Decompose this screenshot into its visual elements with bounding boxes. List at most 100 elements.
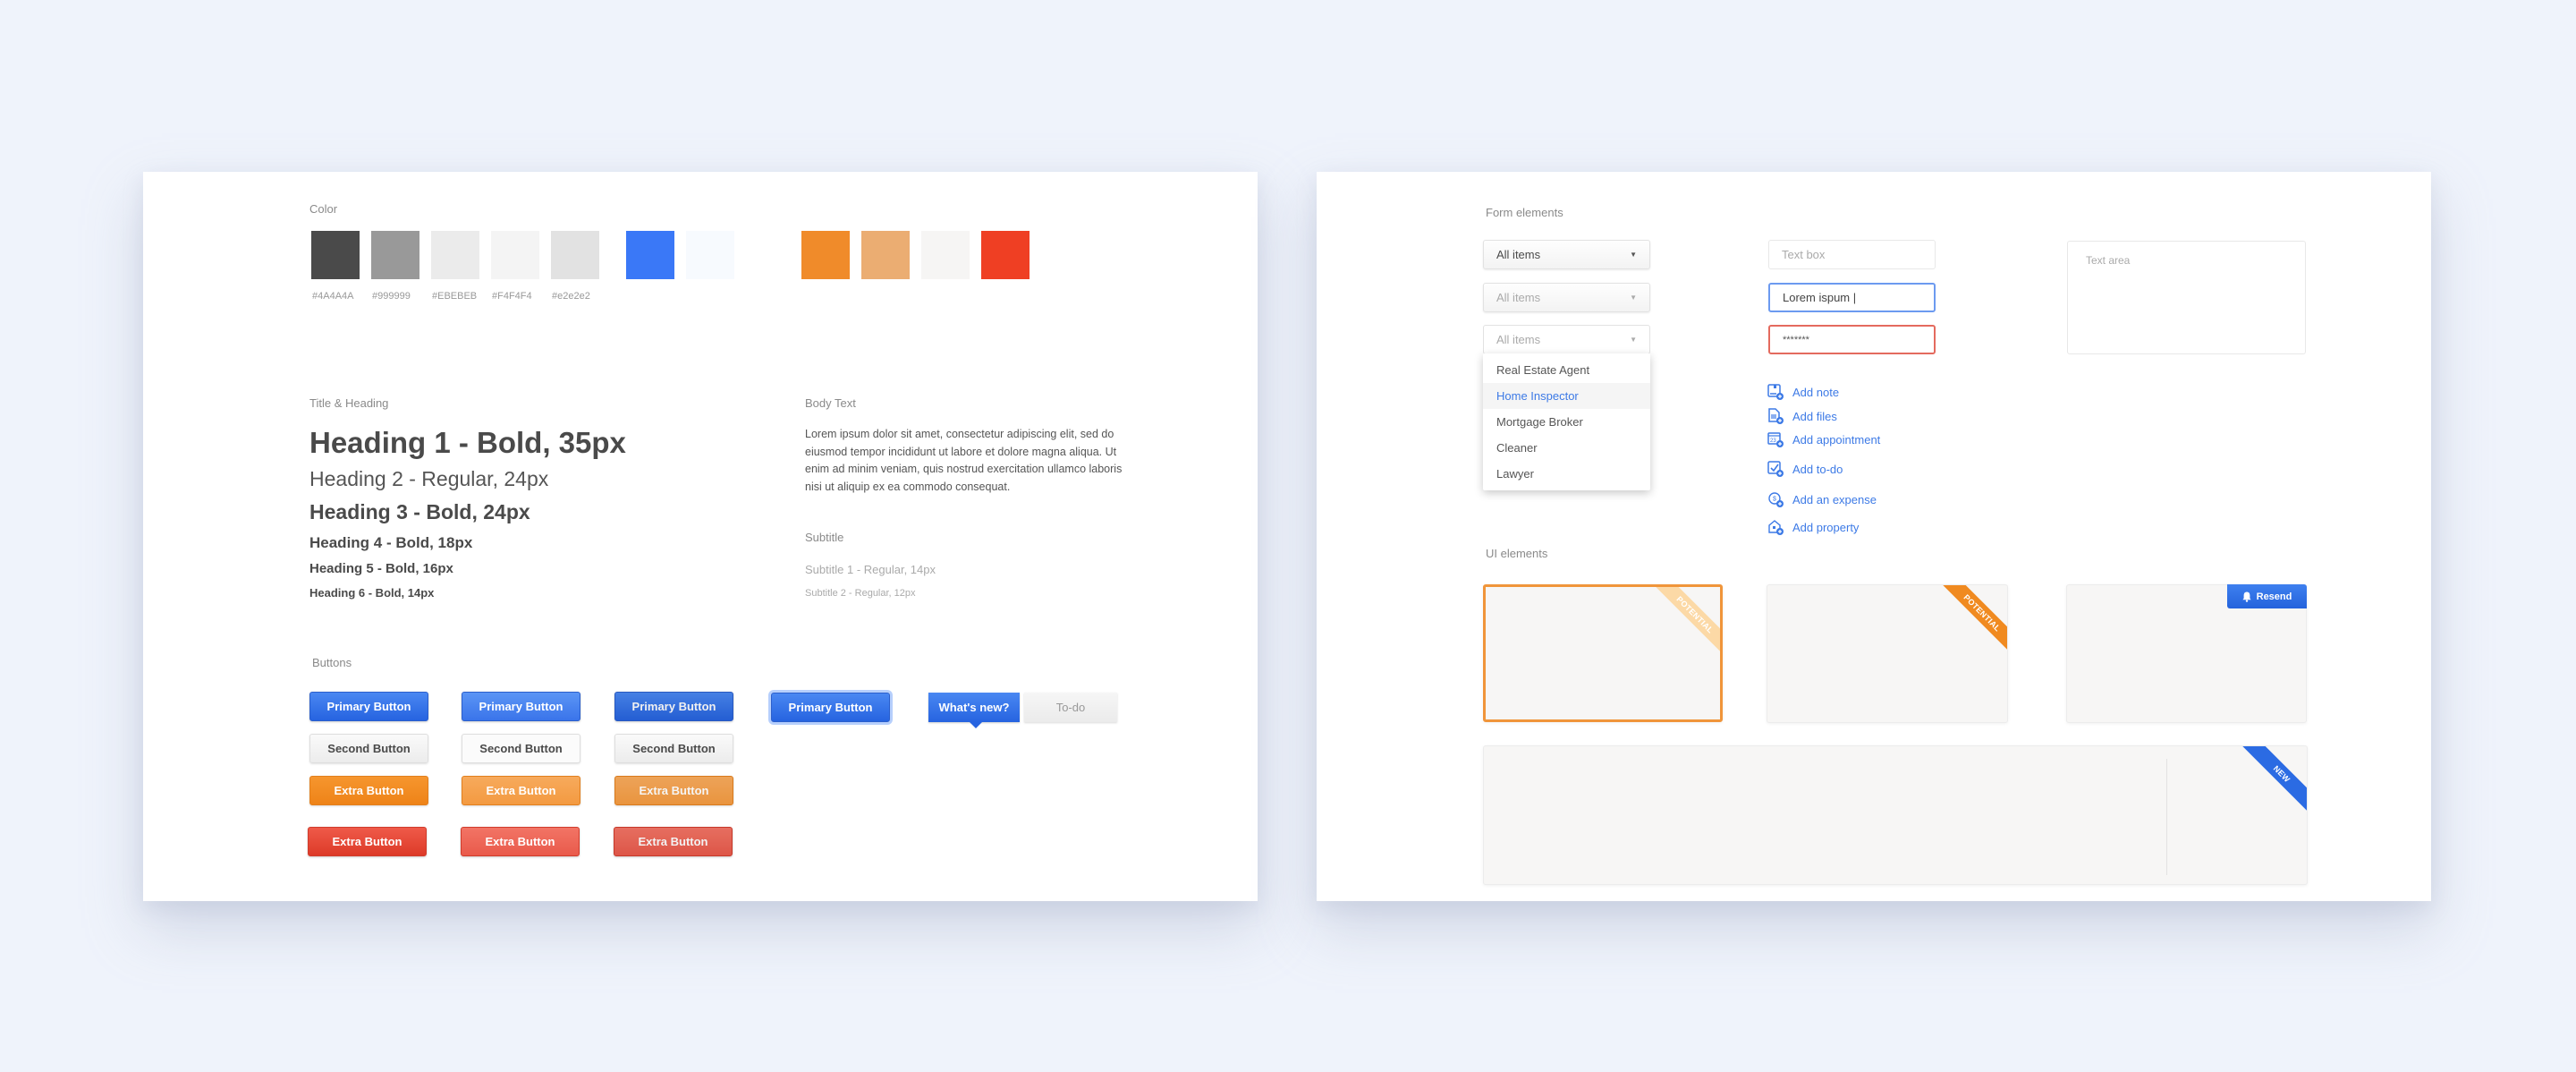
color-swatch bbox=[801, 231, 850, 279]
color-swatch bbox=[861, 231, 910, 279]
action-label: Add property bbox=[1792, 520, 1860, 534]
heading-1-sample: Heading 1 - Bold, 35px bbox=[309, 426, 626, 459]
password-field-error[interactable]: ******* bbox=[1768, 325, 1936, 354]
password-value: ******* bbox=[1783, 334, 1809, 345]
primary-button-hover[interactable]: Primary Button bbox=[462, 692, 580, 721]
action-add-note[interactable]: Add note bbox=[1767, 383, 1839, 401]
file-add-icon bbox=[1768, 408, 1784, 424]
textbox-focused[interactable]: Lorem ispum | bbox=[1768, 283, 1936, 312]
primary-button-pressed[interactable]: Primary Button bbox=[614, 692, 733, 721]
swatch-hex-label: #4A4A4A bbox=[312, 291, 354, 302]
style-guide-panel-right: Form elements All items ▼ All items ▼ Al… bbox=[1317, 172, 2431, 901]
heading-6-sample: Heading 6 - Bold, 14px bbox=[309, 586, 435, 600]
action-add-to-do[interactable]: Add to-do bbox=[1767, 460, 1843, 478]
action-add-appointment[interactable]: 23 Add appointment bbox=[1767, 430, 1880, 448]
color-swatch bbox=[491, 231, 539, 279]
color-swatch bbox=[431, 231, 479, 279]
caret-down-icon: ▼ bbox=[1630, 336, 1637, 344]
body-text-section-label: Body Text bbox=[805, 396, 856, 410]
heading-4-sample: Heading 4 - Bold, 18px bbox=[309, 534, 473, 551]
dropdown-option[interactable]: Real Estate Agent bbox=[1483, 357, 1650, 383]
body-paragraph: Lorem ipsum dolor sit amet, consectetur … bbox=[805, 428, 1123, 493]
action-label: Add an expense bbox=[1792, 492, 1877, 506]
second-button-hover[interactable]: Second Button bbox=[462, 734, 580, 763]
primary-button-focused[interactable]: Primary Button bbox=[771, 693, 890, 722]
card-potential[interactable]: POTENTIAL bbox=[1767, 584, 2008, 723]
color-swatch bbox=[371, 231, 419, 279]
extra-button-pressed[interactable]: Extra Button bbox=[614, 776, 733, 805]
select-value: All items bbox=[1496, 291, 1541, 304]
new-ribbon: NEW bbox=[2241, 746, 2307, 815]
danger-button-hover[interactable]: Extra Button bbox=[461, 827, 580, 856]
color-swatch bbox=[921, 231, 970, 279]
color-swatch bbox=[686, 231, 734, 279]
whats-new-tab[interactable]: What's new? bbox=[928, 693, 1020, 728]
subtitle-section-label: Subtitle bbox=[805, 531, 844, 544]
calendar-add-icon: 23 bbox=[1767, 432, 1784, 447]
heading-2-sample: Heading 2 - Regular, 24px bbox=[309, 467, 549, 490]
color-swatch bbox=[626, 231, 674, 279]
property-add-icon bbox=[1768, 520, 1784, 535]
dropdown-option[interactable]: Home Inspector bbox=[1483, 383, 1650, 409]
action-add-an-expense[interactable]: $ Add an expense bbox=[1767, 490, 1877, 508]
swatch-hex-label: #F4F4F4 bbox=[492, 291, 532, 302]
potential-ribbon: POTENTIAL bbox=[1941, 585, 2007, 654]
action-label: Add appointment bbox=[1792, 432, 1881, 447]
subtitle-2-sample: Subtitle 2 - Regular, 12px bbox=[805, 588, 916, 599]
swatch-hex-label: #999999 bbox=[372, 291, 411, 302]
extra-button-hover[interactable]: Extra Button bbox=[462, 776, 580, 805]
color-swatch bbox=[551, 231, 599, 279]
todo-add-icon bbox=[1767, 461, 1784, 477]
caret-down-icon: ▼ bbox=[1630, 251, 1637, 259]
action-add-files[interactable]: Add files bbox=[1767, 407, 1837, 425]
todo-tab[interactable]: To-do bbox=[1024, 693, 1117, 722]
dropdown-option[interactable]: Lawyer bbox=[1483, 461, 1650, 487]
heading-section-label: Title & Heading bbox=[309, 396, 389, 410]
ui-section-label: UI elements bbox=[1486, 547, 1548, 560]
danger-button-default[interactable]: Extra Button bbox=[308, 827, 427, 856]
caret-down-icon: ▼ bbox=[1630, 294, 1637, 302]
action-label: Add files bbox=[1792, 409, 1837, 423]
textarea-placeholder: Text area bbox=[2086, 254, 2131, 267]
select-value: All items bbox=[1496, 333, 1541, 346]
heading-3-sample: Heading 3 - Bold, 24px bbox=[309, 500, 530, 523]
resend-label: Resend bbox=[2256, 591, 2292, 602]
potential-ribbon: POTENTIAL bbox=[1654, 587, 1720, 656]
textarea[interactable]: Text area bbox=[2067, 241, 2306, 354]
select-open[interactable]: All items ▼ bbox=[1483, 325, 1650, 354]
color-swatch bbox=[981, 231, 1030, 279]
note-add-icon bbox=[1767, 384, 1784, 400]
card-selected[interactable]: POTENTIAL bbox=[1483, 584, 1723, 722]
swatch-hex-label: #e2e2e2 bbox=[552, 291, 590, 302]
swatch-hex-label: #EBEBEB bbox=[432, 291, 478, 302]
extra-button-default[interactable]: Extra Button bbox=[309, 776, 428, 805]
bell-icon bbox=[2242, 591, 2251, 602]
textbox-empty[interactable]: Text box bbox=[1768, 240, 1936, 269]
card-divider bbox=[2166, 759, 2167, 875]
textbox-placeholder: Text box bbox=[1782, 248, 1826, 261]
expense-add-icon: $ bbox=[1768, 492, 1784, 507]
svg-text:$: $ bbox=[1773, 497, 1776, 503]
subtitle-1-sample: Subtitle 1 - Regular, 14px bbox=[805, 563, 936, 576]
heading-5-sample: Heading 5 - Bold, 16px bbox=[309, 561, 453, 576]
dropdown-option[interactable]: Mortgage Broker bbox=[1483, 409, 1650, 435]
primary-button-default[interactable]: Primary Button bbox=[309, 692, 428, 721]
action-label: Add note bbox=[1792, 385, 1840, 399]
action-add-property[interactable]: Add property bbox=[1767, 518, 1859, 536]
form-section-label: Form elements bbox=[1486, 206, 1563, 219]
second-button-default[interactable]: Second Button bbox=[309, 734, 428, 763]
color-swatch bbox=[311, 231, 360, 279]
select-default[interactable]: All items ▼ bbox=[1483, 240, 1650, 269]
textbox-value: Lorem ispum | bbox=[1783, 291, 1857, 304]
color-section-label: Color bbox=[309, 202, 338, 216]
action-label: Add to-do bbox=[1792, 462, 1843, 476]
select-value: All items bbox=[1496, 248, 1541, 261]
select-disabled[interactable]: All items ▼ bbox=[1483, 283, 1650, 312]
danger-button-pressed[interactable]: Extra Button bbox=[614, 827, 733, 856]
second-button-pressed[interactable]: Second Button bbox=[614, 734, 733, 763]
card-wide-new[interactable]: NEW bbox=[1483, 745, 2308, 885]
svg-text:23: 23 bbox=[1770, 438, 1776, 444]
resend-button[interactable]: Resend bbox=[2227, 584, 2307, 608]
dropdown-option[interactable]: Cleaner bbox=[1483, 435, 1650, 461]
card-resend[interactable]: Resend bbox=[2066, 584, 2307, 723]
